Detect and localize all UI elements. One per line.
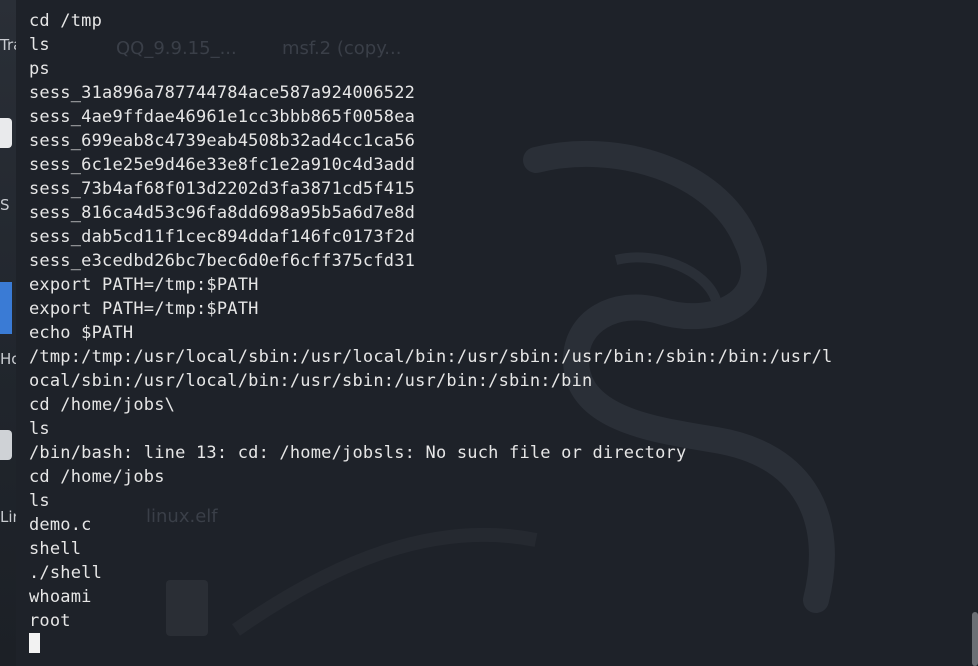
terminal-line: demo.c <box>29 515 92 535</box>
terminal-line: ls <box>29 419 50 439</box>
terminal-line: ocal/sbin:/usr/local/bin:/usr/sbin:/usr/… <box>29 371 593 391</box>
terminal-line: cd /tmp <box>29 11 103 31</box>
terminal-line: export PATH=/tmp:$PATH <box>29 275 259 295</box>
terminal-line: sess_816ca4d53c96fa8dd698a95b5a6d7e8d <box>29 203 416 223</box>
terminal-line: ps <box>29 59 50 79</box>
terminal-line: echo $PATH <box>29 323 134 343</box>
desktop-icon[interactable] <box>0 430 12 460</box>
terminal-line: ls <box>29 491 50 511</box>
desktop-background: Tra S Ho Lin <box>0 0 22 666</box>
terminal-line: ls <box>29 35 50 55</box>
scrollbar[interactable] <box>972 612 978 666</box>
terminal-line: cd /home/jobs <box>29 467 165 487</box>
terminal-line: root <box>29 611 71 631</box>
desktop-icon[interactable] <box>0 282 12 334</box>
terminal-line: cd /home/jobs\ <box>29 395 176 415</box>
terminal-line: shell <box>29 539 82 559</box>
terminal-line: sess_6c1e25e9d46e33e8fc1e2a910c4d3add <box>29 155 416 175</box>
desktop-icon[interactable] <box>0 118 12 148</box>
terminal-line: sess_e3cedbd26bc7bec6d0ef6cff375cfd31 <box>29 251 416 271</box>
terminal-line: /tmp:/tmp:/usr/local/sbin:/usr/local/bin… <box>29 347 833 367</box>
terminal-prompt-line[interactable] <box>29 633 970 657</box>
desktop-icon-label[interactable]: S <box>0 196 10 214</box>
terminal-line: whoami <box>29 587 92 607</box>
text-cursor <box>29 633 40 653</box>
terminal-line: sess_dab5cd11f1cec894ddaf146fc0173f2d <box>29 227 416 247</box>
terminal-line: sess_699eab8c4739eab4508b32ad4cc1ca56 <box>29 131 416 151</box>
terminal-line: export PATH=/tmp:$PATH <box>29 299 259 319</box>
terminal-line: ./shell <box>29 563 103 583</box>
terminal-line: sess_73b4af68f013d2202d3fa3871cd5f415 <box>29 179 416 199</box>
terminal-window[interactable]: QQ_9.9.15_... msf.2 (copy... linux.elf c… <box>16 0 978 666</box>
terminal-line: sess_4ae9ffdae46961e1cc3bbb865f0058ea <box>29 107 416 127</box>
terminal-line: sess_31a896a787744784ace587a924006522 <box>29 83 416 103</box>
terminal-line: /bin/bash: line 13: cd: /home/jobsls: No… <box>29 443 687 463</box>
terminal-output[interactable]: cd /tmp ls ps sess_31a896a787744784ace587a9… <box>29 9 970 657</box>
